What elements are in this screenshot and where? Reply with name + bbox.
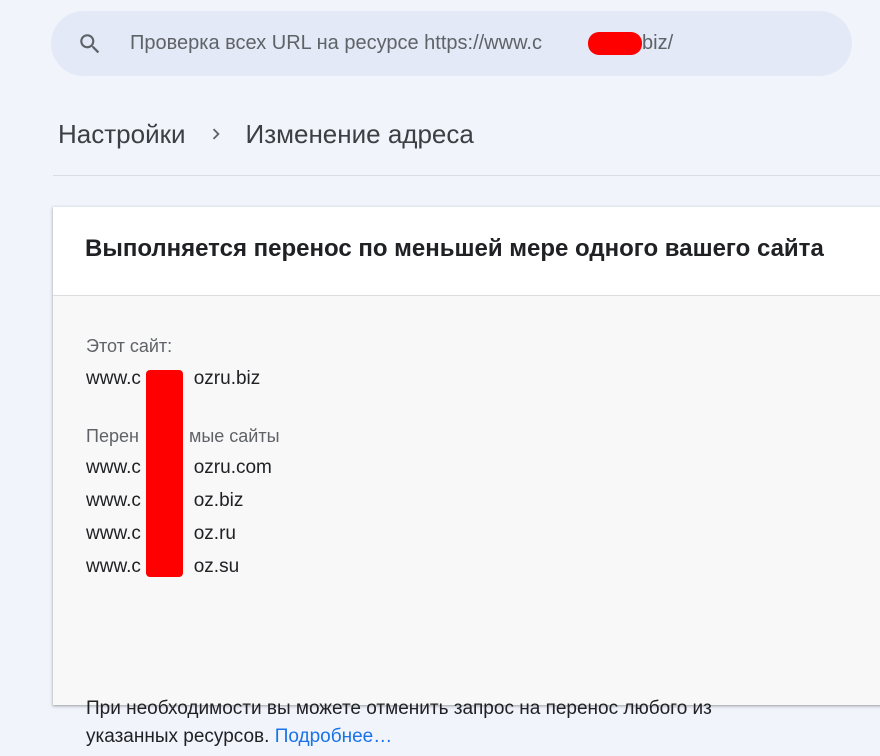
chevron-right-icon	[212, 128, 220, 140]
breadcrumb: Настройки Изменение адреса	[58, 110, 474, 158]
search-icon[interactable]	[77, 31, 103, 57]
header-divider	[53, 175, 880, 176]
cancel-note-text: При необходимости вы можете отменить зап…	[86, 698, 712, 747]
search-bar[interactable]: Проверка всех URL на ресурсе https://www…	[51, 11, 852, 76]
cancel-note: При необходимости вы можете отменить зап…	[86, 695, 806, 751]
card-header: Выполняется перенос по меньшей мере одно…	[53, 207, 880, 296]
redaction-mark	[588, 32, 642, 55]
page-title: Изменение адреса	[245, 118, 474, 149]
site-move-card: Выполняется перенос по меньшей мере одно…	[53, 207, 880, 747]
breadcrumb-settings-link[interactable]: Настройки	[58, 119, 186, 150]
redaction-mark	[146, 370, 183, 577]
this-site-label: Этот сайт:	[86, 336, 173, 356]
card-title: Выполняется перенос по меньшей мере одно…	[85, 235, 824, 262]
learn-more-link[interactable]: Подробнее…	[275, 726, 393, 747]
